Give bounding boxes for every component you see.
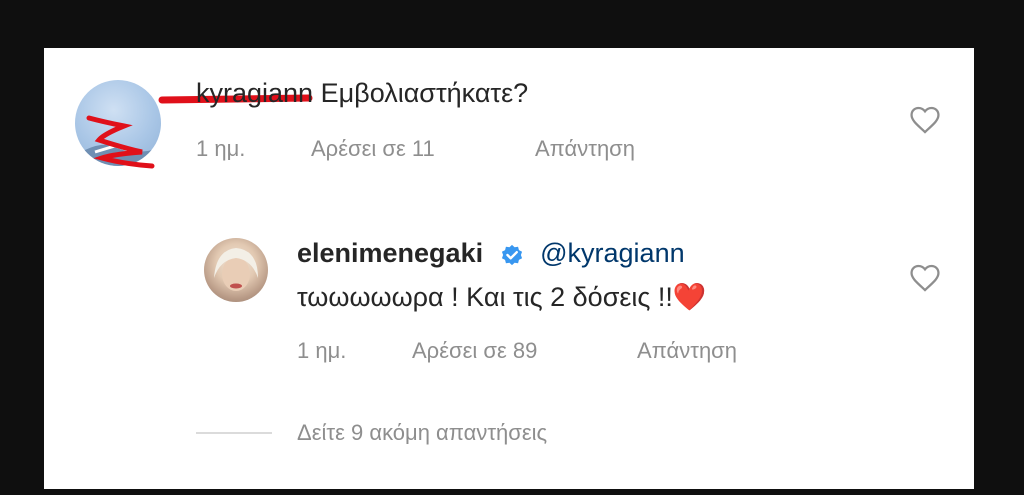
reply-text-line: τωωωωωρα ! Και τις 2 δόσεις !!❤️ bbox=[297, 281, 707, 313]
reply-age[interactable]: 1 ημ. bbox=[297, 338, 346, 364]
reply-header: elenimenegaki @kyragiann bbox=[297, 238, 685, 269]
comment-likes[interactable]: Αρέσει σε 11 bbox=[311, 136, 435, 162]
comment-reply-button[interactable]: Απάντηση bbox=[535, 136, 635, 162]
heart-outline-icon[interactable] bbox=[908, 261, 942, 295]
reply-reply-button[interactable]: Απάντηση bbox=[637, 338, 737, 364]
comment-username[interactable]: kyragiann bbox=[196, 78, 313, 108]
reply-mention[interactable]: @kyragiann bbox=[540, 238, 684, 268]
comment-text: Εμβολιαστήκατε? bbox=[320, 78, 529, 108]
heart-emoji: ❤️ bbox=[672, 282, 707, 312]
redaction-scribble bbox=[86, 94, 313, 169]
avatar-portrait bbox=[214, 248, 258, 291]
comment-line: kyragiann Εμβολιαστήκατε? bbox=[196, 78, 528, 109]
reply-username[interactable]: elenimenegaki bbox=[297, 238, 483, 268]
more-replies-divider bbox=[196, 432, 272, 434]
verified-badge-icon bbox=[501, 244, 522, 265]
view-more-replies-button[interactable]: Δείτε 9 ακόμη απαντήσεις bbox=[297, 420, 547, 446]
reply-likes[interactable]: Αρέσει σε 89 bbox=[412, 338, 537, 364]
heart-outline-icon[interactable] bbox=[908, 103, 942, 137]
comment-card: kyragiann Εμβολιαστήκατε? 1 ημ. Αρέσει σ… bbox=[44, 48, 974, 489]
comment-age[interactable]: 1 ημ. bbox=[196, 136, 245, 162]
reply-avatar[interactable] bbox=[204, 238, 268, 302]
reply-text: τωωωωωρα ! Και τις 2 δόσεις !! bbox=[297, 282, 673, 312]
